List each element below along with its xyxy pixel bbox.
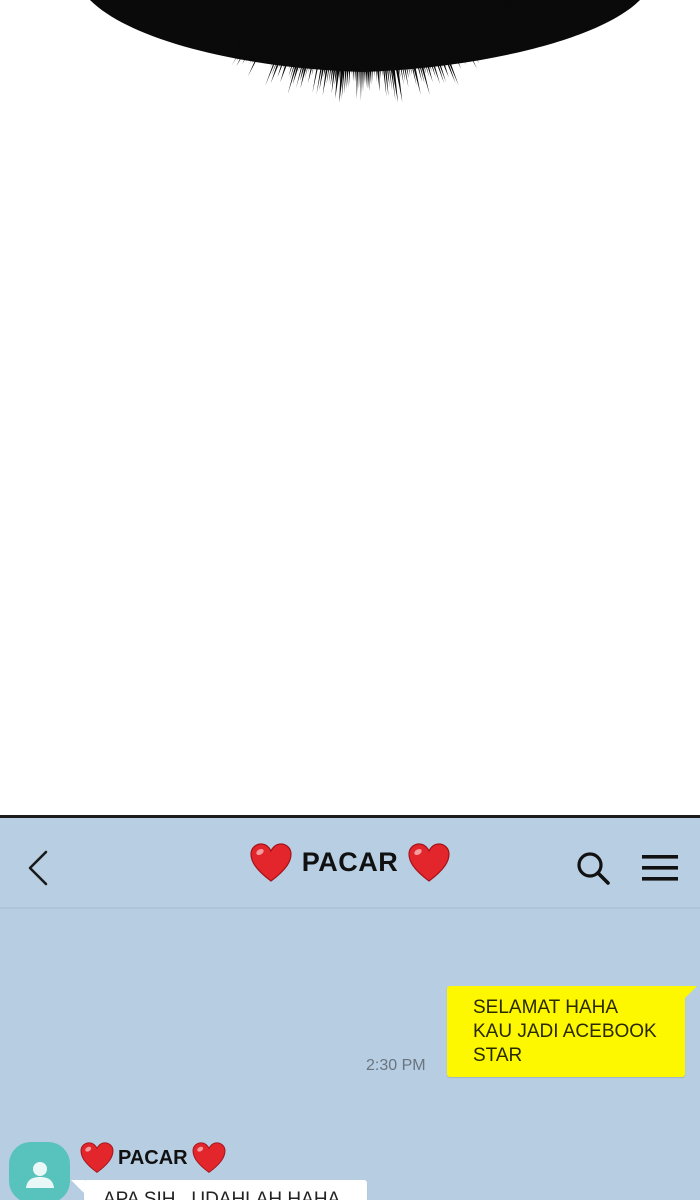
- menu-button[interactable]: [641, 853, 679, 883]
- chat-title-text: PACAR: [301, 847, 399, 877]
- heart-icon: [408, 842, 450, 882]
- menu-icon: [642, 855, 678, 881]
- person-icon: [26, 1162, 54, 1188]
- chat-screen: PACAR 2:30 PM SELAMAT HAHA KAU JADI ACEB…: [0, 818, 700, 1200]
- message-timestamp: 2:30 PM: [366, 1057, 426, 1074]
- back-button[interactable]: [22, 848, 56, 888]
- sender-name-text: PACAR: [118, 1146, 188, 1169]
- bubble-tail: [71, 1180, 85, 1194]
- heart-icon: [80, 1142, 114, 1174]
- outgoing-message-bubble[interactable]: SELAMAT HAHA KAU JADI ACEBOOK STAR: [447, 986, 685, 1077]
- heart-icon: [250, 842, 292, 882]
- comic-panel: [0, 0, 700, 816]
- avatar[interactable]: [9, 1142, 70, 1200]
- search-button[interactable]: [575, 850, 611, 886]
- outgoing-message-text: SELAMAT HAHA KAU JADI ACEBOOK STAR: [473, 997, 657, 1066]
- incoming-message-text: APA SIH.. UDAHLAH HAHA: [103, 1189, 341, 1200]
- bubble-tail: [683, 986, 697, 1000]
- hair-illustration: [90, 0, 640, 103]
- back-chevron-icon: [28, 850, 48, 886]
- incoming-message-bubble[interactable]: APA SIH.. UDAHLAH HAHA: [84, 1180, 367, 1200]
- sender-name: PACAR: [80, 1140, 226, 1176]
- search-icon: [577, 852, 610, 885]
- heart-icon: [192, 1142, 226, 1174]
- chat-header: PACAR: [0, 818, 700, 909]
